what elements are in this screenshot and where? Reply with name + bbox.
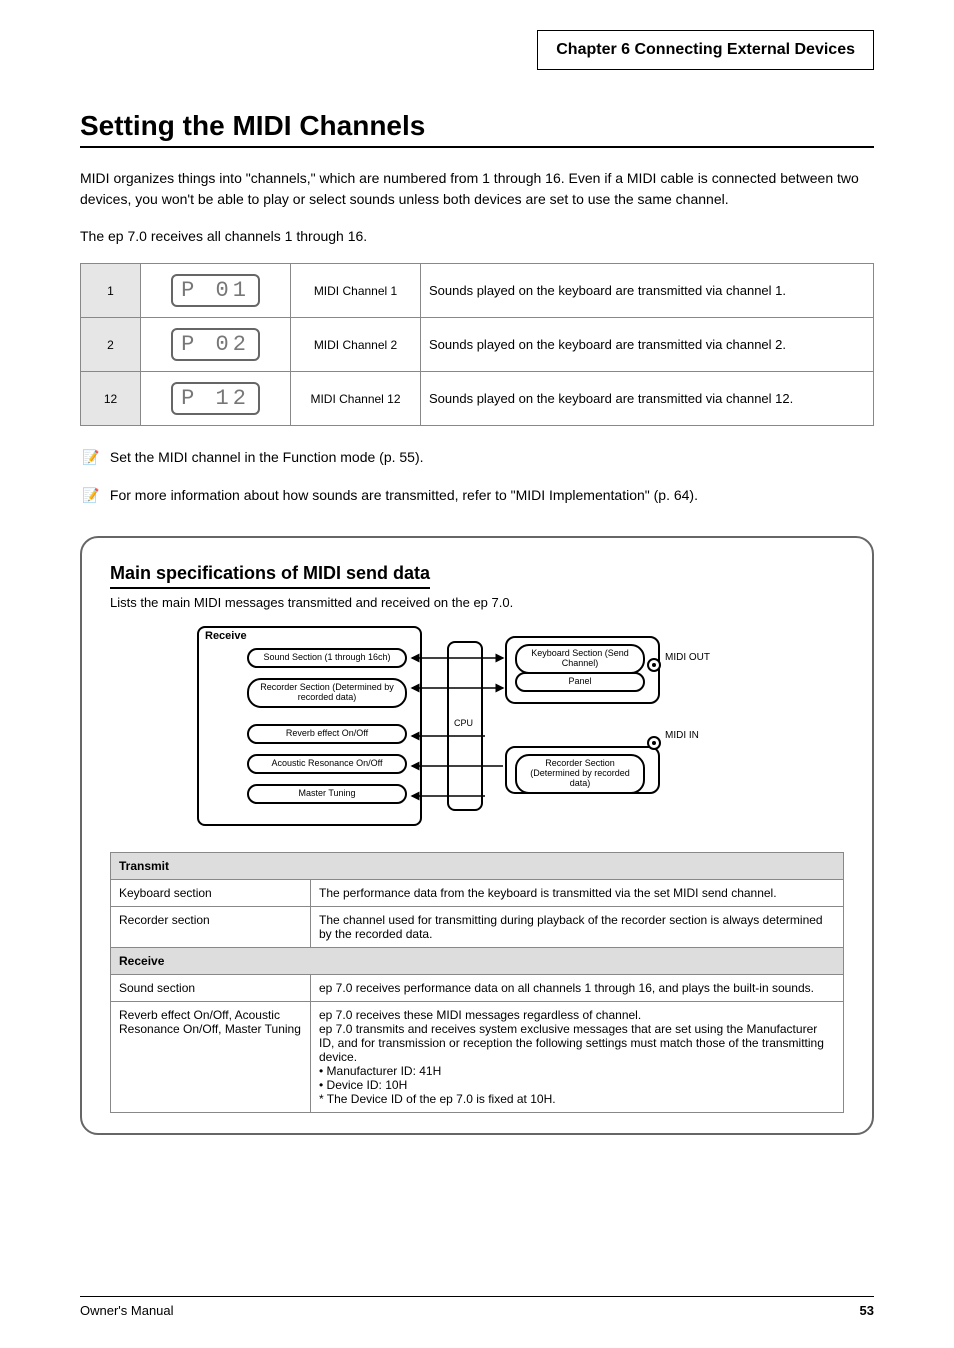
rx-desc: ep 7.0 receives these MIDI messages rega… [311, 1002, 844, 1113]
dataflow-subtitle: Lists the main MIDI messages transmitted… [110, 595, 844, 610]
dataflow-card: Main specifications of MIDI send data Li… [80, 536, 874, 1135]
lcd-display: P 12 [171, 382, 260, 415]
send-recorder-pill: Recorder Section (Determined by recorded… [515, 754, 645, 794]
table-row: Keyboard section The performance data fr… [111, 880, 844, 907]
page-footer: Owner's Manual 53 [80, 1296, 874, 1318]
note-text: For more information about how sounds ar… [110, 487, 698, 503]
row-num: 1 [81, 264, 141, 318]
table-row: Recorder section The channel used for tr… [111, 907, 844, 948]
rcv-sound-pill: Sound Section (1 through 16ch) [247, 648, 407, 668]
dataflow-title: Main specifications of MIDI send data [110, 563, 430, 589]
note-2: 📝 For more information about how sounds … [80, 484, 874, 506]
midi-in-label: MIDI IN [665, 730, 699, 741]
midi-out-label: MIDI OUT [665, 652, 710, 663]
cpu-label: CPU [454, 718, 473, 728]
dataflow-diagram: Receive Sound Section (1 through 16ch) R… [197, 626, 757, 836]
tx-desc: The performance data from the keyboard i… [311, 880, 844, 907]
rx-header: Receive [111, 948, 844, 975]
channel-desc: Sounds played on the keyboard are transm… [421, 372, 874, 426]
row-num: 2 [81, 318, 141, 372]
rcv-resonance-pill: Acoustic Resonance On/Off [247, 754, 407, 774]
rcv-tuning-pill: Master Tuning [247, 784, 407, 804]
rcv-recorder-pill: Recorder Section (Determined by recorded… [247, 678, 407, 708]
note-icon: 📝 [80, 446, 102, 468]
table-row: 1 P 01 MIDI Channel 1 Sounds played on t… [81, 264, 874, 318]
intro-para-1: MIDI organizes things into "channels," w… [80, 168, 874, 210]
chapter-header-box: Chapter 6 Connecting External Devices [537, 30, 874, 70]
tx-header: Transmit [111, 853, 844, 880]
channel-label: MIDI Channel 2 [291, 318, 421, 372]
tx-label: Keyboard section [111, 880, 311, 907]
note-text: Set the MIDI channel in the Function mod… [110, 449, 424, 465]
note-1: 📝 Set the MIDI channel in the Function m… [80, 446, 874, 468]
midi-channel-table: 1 P 01 MIDI Channel 1 Sounds played on t… [80, 263, 874, 426]
lcd-cell: P 12 [141, 372, 291, 426]
channel-desc: Sounds played on the keyboard are transm… [421, 264, 874, 318]
page-number: 53 [860, 1303, 874, 1318]
channel-desc: Sounds played on the keyboard are transm… [421, 318, 874, 372]
row-num: 12 [81, 372, 141, 426]
rx-label: Reverb effect On/Off, Acoustic Resonance… [111, 1002, 311, 1113]
intro-para-2: The ep 7.0 receives all channels 1 throu… [80, 226, 874, 247]
lcd-cell: P 02 [141, 318, 291, 372]
table-row: 12 P 12 MIDI Channel 12 Sounds played on… [81, 372, 874, 426]
rx-label: Sound section [111, 975, 311, 1002]
chapter-header-text: Chapter 6 Connecting External Devices [556, 41, 855, 58]
midi-out-port-icon [647, 658, 661, 672]
rx-desc: ep 7.0 receives performance data on all … [311, 975, 844, 1002]
tx-label: Recorder section [111, 907, 311, 948]
channel-label: MIDI Channel 12 [291, 372, 421, 426]
page-heading: Setting the MIDI Channels [80, 110, 874, 148]
note-icon: 📝 [80, 484, 102, 506]
main-content: Setting the MIDI Channels MIDI organizes… [80, 110, 874, 1135]
send-keyboard-pill: Keyboard Section (Send Channel) [515, 644, 645, 674]
lcd-display: P 01 [171, 274, 260, 307]
table-row: Sound section ep 7.0 receives performanc… [111, 975, 844, 1002]
midi-in-port-icon [647, 736, 661, 750]
rcv-reverb-pill: Reverb effect On/Off [247, 724, 407, 744]
receive-block-title: Receive [205, 630, 247, 642]
footer-left-text: Owner's Manual [80, 1303, 174, 1318]
lcd-cell: P 01 [141, 264, 291, 318]
tx-desc: The channel used for transmitting during… [311, 907, 844, 948]
send-panel-pill: Panel [515, 672, 645, 692]
channel-label: MIDI Channel 1 [291, 264, 421, 318]
midi-spec-table: Transmit Keyboard section The performanc… [110, 852, 844, 1113]
table-row: Reverb effect On/Off, Acoustic Resonance… [111, 1002, 844, 1113]
table-row: 2 P 02 MIDI Channel 2 Sounds played on t… [81, 318, 874, 372]
lcd-display: P 02 [171, 328, 260, 361]
